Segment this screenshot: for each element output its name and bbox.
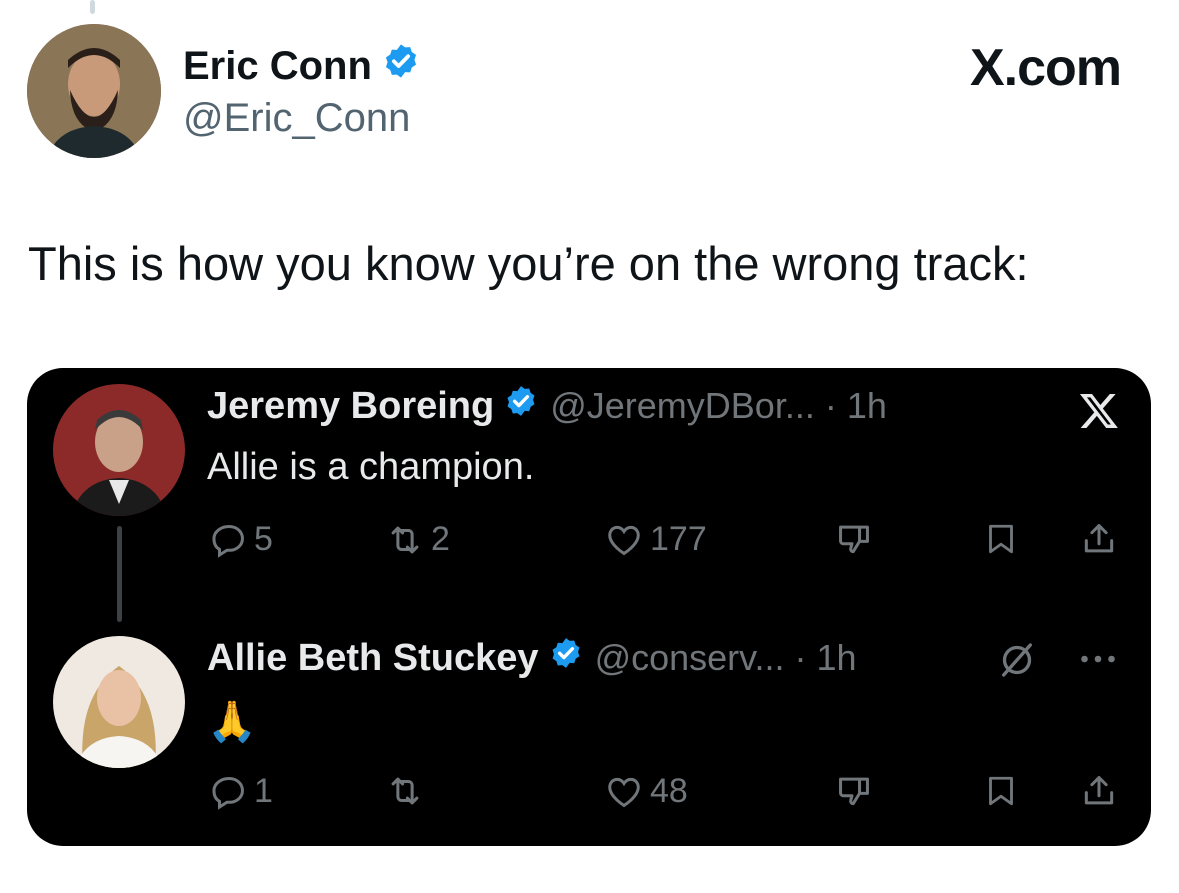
like-count: 177 [650,520,707,558]
share-icon [1084,776,1114,805]
reply-author[interactable]: Jeremy Boreing @JeremyDBor... · 1h [207,384,887,428]
bookmark-icon [989,776,1013,806]
reply-button[interactable]: 1 [210,772,273,811]
heart-icon [608,525,640,555]
author-handle[interactable]: @Eric_Conn [183,96,410,141]
reply-count: 1 [254,772,273,810]
share-button[interactable] [1080,772,1118,810]
verified-badge-icon [504,384,538,428]
verified-badge-icon [549,636,583,680]
bookmark-icon [989,524,1013,554]
reply-meta: @conserv... · 1h [594,637,857,678]
like-button[interactable]: 48 [604,772,688,811]
avatar[interactable] [53,384,185,516]
repost-button[interactable] [385,772,431,810]
thread-line [90,0,95,14]
reply-author-name: Jeremy Boreing [207,384,495,427]
reply-text: 🙏 [207,700,257,744]
dislike-button[interactable] [835,772,873,810]
site-label: X.com [969,39,1122,97]
thumbs-down-icon [838,777,869,806]
reply-count: 5 [254,520,273,558]
author-name-text: Eric Conn [183,43,372,88]
like-count: 48 [650,772,688,810]
verified-badge-icon [382,42,420,90]
reply-button[interactable]: 5 [210,520,273,559]
bookmark-button[interactable] [983,520,1019,558]
x-logo-icon [1077,390,1121,437]
share-icon [1084,524,1114,553]
repost-icon [391,777,419,805]
avatar[interactable] [53,636,185,768]
reply-icon [212,776,244,810]
thread-connector [117,526,122,622]
heart-icon [608,777,640,807]
grok-icon[interactable] [997,640,1037,685]
avatar[interactable] [27,24,161,158]
like-button[interactable]: 177 [604,520,707,559]
repost-count: 2 [431,520,450,558]
bookmark-button[interactable] [983,772,1019,810]
reply-icon [212,524,244,558]
reply-author-name: Allie Beth Stuckey [207,636,539,679]
more-options-icon[interactable] [1075,644,1121,679]
repost-button[interactable]: 2 [385,520,450,559]
reply-meta: @JeremyDBor... · 1h [550,385,887,426]
author-name[interactable]: Eric Conn [183,42,420,90]
dislike-button[interactable] [835,520,873,558]
repost-icon [391,526,419,553]
share-button[interactable] [1080,520,1118,558]
tweet-text: This is how you know you’re on the wrong… [28,237,1029,290]
reply-text: Allie is a champion. [207,446,535,488]
thumbs-down-icon [838,525,869,554]
reply-author[interactable]: Allie Beth Stuckey @conserv... · 1h [207,636,857,680]
quoted-screenshot-card: Jeremy Boreing @JeremyDBor... · 1h Allie… [27,368,1151,846]
